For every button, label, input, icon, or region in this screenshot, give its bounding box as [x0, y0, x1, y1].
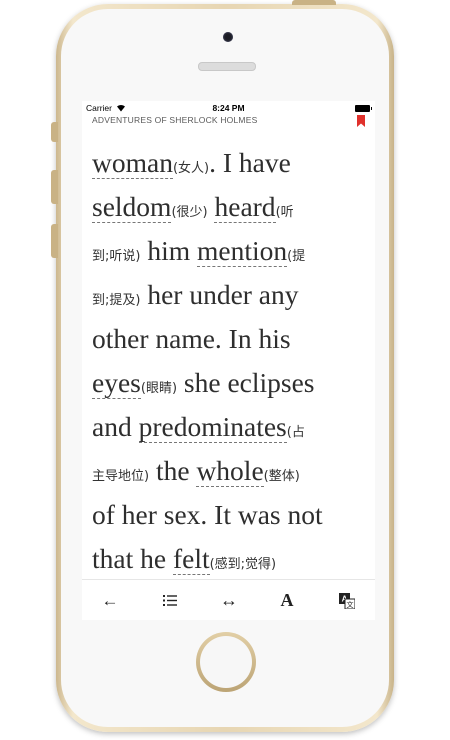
text-line: 到;听说) him mention(提 — [92, 229, 372, 273]
home-button[interactable] — [196, 632, 256, 692]
text-segment: she eclipses — [177, 367, 315, 398]
clock: 8:24 PM — [212, 103, 245, 113]
back-button[interactable]: ← — [90, 580, 130, 620]
vocab-word[interactable]: woman — [92, 147, 173, 179]
svg-text:文: 文 — [347, 600, 354, 609]
vocab-word[interactable]: whole — [196, 455, 264, 487]
volume-up-button — [51, 170, 58, 204]
vocab-word[interactable]: eyes — [92, 367, 141, 399]
volume-down-button — [51, 224, 58, 258]
vocab-word[interactable]: seldom — [92, 191, 172, 223]
power-button — [292, 0, 336, 5]
battery-icon — [355, 105, 372, 112]
text-line: woman(女人). I have — [92, 141, 372, 185]
translation-gloss: 到;听说) — [92, 249, 141, 264]
vocab-word[interactable]: predominates — [138, 411, 287, 443]
app-screen: Carrier 8:24 PM ADVENTURES OF SHERLOCK H… — [82, 101, 375, 620]
reading-text: woman(女人). I have seldom(很少) heard(听 到;听说)… — [92, 141, 372, 581]
list-icon — [163, 595, 177, 606]
text-segment: her under any — [140, 279, 299, 310]
translate-icon: A 文 — [339, 592, 355, 609]
text-segment: other name. In his — [92, 323, 291, 354]
text-segment: . I have — [209, 147, 291, 178]
translation-gloss: (占 — [286, 425, 305, 440]
mute-switch — [51, 122, 58, 142]
text-segment: that he — [92, 543, 173, 574]
text-segment: him — [140, 235, 197, 266]
arrows-horizontal-icon: ↔ — [220, 590, 238, 610]
text-segment: the — [149, 455, 197, 486]
bottom-toolbar: ← ↔ A A 文 — [82, 579, 375, 620]
arrow-left-icon: ← — [101, 590, 119, 610]
text-line: eyes(眼睛) she eclipses — [92, 361, 372, 405]
translation-gloss: (听 — [275, 205, 294, 220]
front-camera — [223, 32, 233, 42]
font-icon: A — [280, 590, 294, 610]
translation-gloss: (眼睛) — [140, 381, 178, 396]
font-button[interactable]: A — [267, 580, 307, 620]
text-segment: of her sex. It was not — [92, 499, 323, 530]
translation-gloss: (感到;觉得) — [209, 557, 277, 572]
text-line: 到;提及) her under any — [92, 273, 372, 317]
text-line: 主导地位) the whole(整体) — [92, 449, 372, 493]
earpiece-speaker — [198, 62, 256, 71]
text-line: and predominates(占 — [92, 405, 372, 449]
text-line: other name. In his — [92, 317, 372, 361]
status-bar: Carrier 8:24 PM — [82, 101, 375, 115]
bookmark-icon[interactable] — [357, 115, 365, 127]
text-line: of her sex. It was not — [92, 493, 372, 537]
text-line: seldom(很少) heard(听 — [92, 185, 372, 229]
vocab-word[interactable]: felt — [172, 543, 210, 575]
translation-gloss: (女人) — [172, 161, 210, 176]
translation-gloss: 到;提及) — [92, 293, 141, 308]
vocab-word[interactable]: mention — [196, 235, 288, 267]
resize-button[interactable]: ↔ — [209, 580, 249, 620]
text-segment: and — [92, 411, 139, 442]
translation-gloss: (整体) — [263, 469, 300, 484]
vocab-word[interactable]: heard — [214, 191, 276, 223]
text-line: that he felt(感到;觉得) — [92, 537, 372, 581]
translation-gloss: (很少) — [171, 205, 208, 220]
book-title: ADVENTURES OF SHERLOCK HOLMES — [92, 115, 258, 125]
translation-gloss: 主导地位) — [92, 469, 150, 484]
translate-button[interactable]: A 文 — [327, 580, 367, 620]
contents-button[interactable] — [150, 580, 190, 620]
translation-gloss: (提 — [287, 249, 306, 264]
